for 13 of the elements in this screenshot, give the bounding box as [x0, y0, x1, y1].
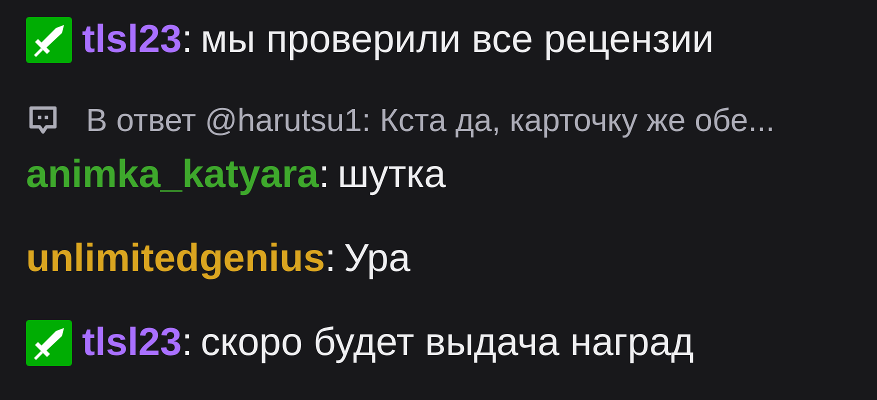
username[interactable]: tlsl23	[82, 321, 182, 365]
message-text: мы проверили все рецензии	[200, 18, 714, 62]
username[interactable]: unlimitedgenius	[26, 237, 326, 281]
message-text: Ура	[344, 237, 410, 281]
message-text: скоро будет выдача наград	[200, 321, 694, 365]
colon: :	[182, 18, 193, 62]
message-text: шутка	[338, 153, 446, 197]
username[interactable]: animka_katyara	[26, 153, 319, 197]
reply-text: В ответ @harutsu1: Кста да, карточку же обе...	[86, 102, 775, 138]
colon: :	[318, 153, 330, 197]
colon: :	[182, 321, 193, 365]
colon: :	[325, 237, 336, 281]
username[interactable]: tlsl23	[82, 18, 182, 62]
